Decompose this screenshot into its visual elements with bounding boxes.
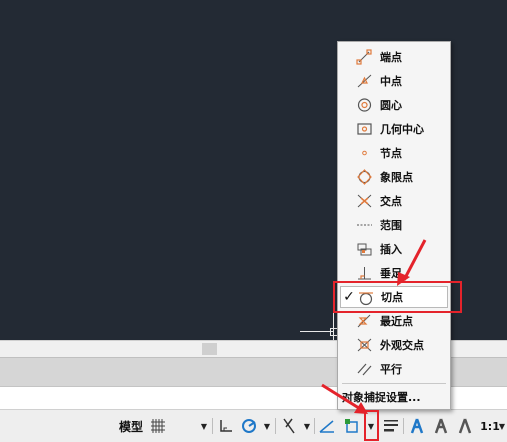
snap-menu-item-label: 几何中心	[380, 123, 424, 136]
insertion-icon	[356, 241, 373, 257]
snap-menu-item-insertion[interactable]: 插入	[340, 238, 448, 260]
node-icon	[356, 145, 373, 161]
extension-icon	[356, 217, 373, 233]
object-snap-settings-item[interactable]: 对象捕捉设置...	[342, 388, 450, 406]
snap-menu-item-nearest[interactable]: 最近点	[340, 310, 448, 332]
status-bar: 模型 ▼ ▼ ▼ ▼ 1:1 ▼	[0, 409, 507, 442]
object-snap-menu: 端点 中点 圆心 几何中心 节点 象限点 交点 范围 插入 垂足 ✓ 切点 最近…	[337, 41, 451, 410]
quadrant-icon	[356, 169, 373, 185]
snap-menu-item-midpoint[interactable]: 中点	[340, 70, 448, 92]
snap-menu-item-label: 中点	[380, 75, 402, 88]
snap-menu-item-node[interactable]: 节点	[340, 142, 448, 164]
snap-menu-item-intersection[interactable]: 交点	[340, 190, 448, 212]
statusbar-divider	[212, 418, 213, 434]
dropdown-highlight-box	[364, 410, 379, 441]
statusbar-divider	[314, 418, 315, 434]
snap-menu-item-label: 外观交点	[380, 339, 424, 352]
scroll-thumb[interactable]	[202, 343, 217, 355]
grid-dropdown-icon[interactable]: ▼	[199, 416, 209, 436]
scale-dropdown-icon[interactable]: ▼	[498, 416, 506, 436]
object-snap-tracking-icon[interactable]	[317, 416, 337, 436]
snap-menu-item-label: 平行	[380, 363, 402, 376]
snap-menu-item-label: 圆心	[380, 99, 402, 112]
scale-value[interactable]: 1:1	[480, 416, 500, 436]
annotation-visibility-icon[interactable]	[407, 416, 427, 436]
geometric-center-icon	[356, 121, 373, 137]
intersection-icon	[356, 193, 373, 209]
lineweight-icon[interactable]	[381, 416, 401, 436]
crosshair-horizontal	[300, 331, 334, 332]
tangent-highlight-box	[333, 281, 462, 313]
snap-menu-item-label: 交点	[380, 195, 402, 208]
apparent-intersection-icon	[356, 337, 373, 353]
ortho-mode-icon[interactable]	[216, 416, 236, 436]
menu-divider	[342, 383, 446, 384]
snap-menu-item-label: 象限点	[380, 171, 413, 184]
snap-menu-item-geometric-center[interactable]: 几何中心	[340, 118, 448, 140]
auto-scale-icon[interactable]	[431, 416, 451, 436]
snap-menu-item-label: 插入	[380, 243, 402, 256]
statusbar-divider	[275, 418, 276, 434]
snap-menu-item-endpoint[interactable]: 端点	[340, 46, 448, 68]
snap-menu-item-apparent-intersection[interactable]: 外观交点	[340, 334, 448, 356]
isometric-dropdown-icon[interactable]: ▼	[302, 416, 312, 436]
snap-menu-item-label: 节点	[380, 147, 402, 160]
parallel-icon	[356, 361, 373, 377]
model-space-button[interactable]: 模型	[115, 416, 147, 436]
endpoint-icon	[356, 49, 373, 65]
polar-dropdown-icon[interactable]: ▼	[262, 416, 272, 436]
annotation-scale-icon[interactable]	[455, 416, 475, 436]
isometric-drafting-icon[interactable]	[279, 416, 299, 436]
midpoint-icon	[356, 73, 373, 89]
snap-menu-item-center[interactable]: 圆心	[340, 94, 448, 116]
snap-menu-item-label: 范围	[380, 219, 402, 232]
snap-menu-item-extension[interactable]: 范围	[340, 214, 448, 236]
polar-tracking-icon[interactable]	[239, 416, 259, 436]
statusbar-divider	[403, 418, 404, 434]
object-snap-icon[interactable]	[342, 416, 362, 436]
perpendicular-icon	[356, 265, 373, 281]
center-icon	[356, 97, 373, 113]
snap-menu-item-label: 垂足	[380, 267, 402, 280]
grid-display-icon[interactable]	[149, 416, 167, 436]
snap-menu-item-quadrant[interactable]: 象限点	[340, 166, 448, 188]
snap-menu-item-label: 最近点	[380, 315, 413, 328]
snap-menu-item-label: 端点	[380, 51, 402, 64]
nearest-icon	[356, 313, 373, 329]
snap-menu-item-parallel[interactable]: 平行	[340, 358, 448, 380]
